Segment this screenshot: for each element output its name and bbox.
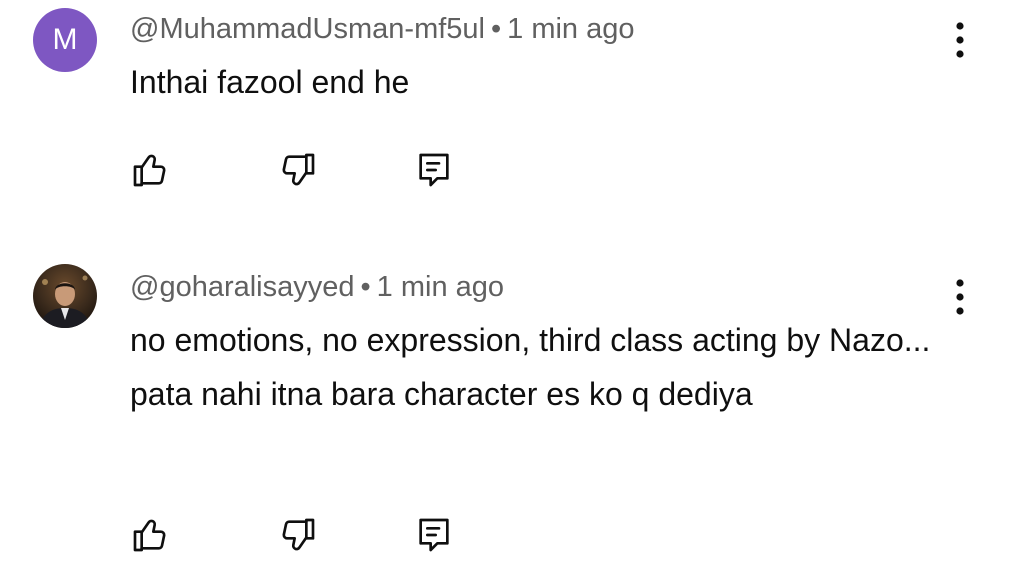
comment-time[interactable]: 1 min ago <box>377 271 504 303</box>
thumbs-down-icon <box>282 518 315 551</box>
avatar[interactable]: M <box>33 8 97 72</box>
reply-button[interactable] <box>412 148 456 192</box>
like-button[interactable] <box>128 148 172 192</box>
comment-meta: @MuhammadUsman-mf5ul • 1 min ago <box>130 13 635 46</box>
profile-photo-icon <box>33 264 97 328</box>
comment-text: no emotions, no expression, third class … <box>130 322 931 412</box>
comment-text: Inthai fazool end he <box>130 64 410 100</box>
more-options-button[interactable] <box>940 272 980 322</box>
more-vertical-icon <box>956 22 964 58</box>
meta-separator: • <box>360 271 371 303</box>
dislike-button[interactable] <box>276 513 320 557</box>
reply-button[interactable] <box>412 513 456 557</box>
thumbs-up-icon <box>133 154 166 187</box>
more-vertical-icon <box>956 279 964 315</box>
reply-comment-icon <box>419 153 449 187</box>
thumbs-up-icon <box>133 519 166 552</box>
comment-time[interactable]: 1 min ago <box>507 13 634 45</box>
avatar-letter: M <box>52 23 78 56</box>
comment-meta: @goharalisayyed • 1 min ago <box>130 271 504 304</box>
dislike-button[interactable] <box>276 148 320 192</box>
comment-2: @goharalisayyed • 1 min ago no emotions, n… <box>0 260 1024 587</box>
author-name[interactable]: @MuhammadUsman-mf5ul <box>130 13 485 45</box>
reply-comment-icon <box>419 518 449 552</box>
like-button[interactable] <box>128 513 172 557</box>
thumbs-down-icon <box>282 153 315 186</box>
meta-separator: • <box>490 13 502 45</box>
more-options-button[interactable] <box>940 15 980 65</box>
avatar[interactable] <box>33 264 97 328</box>
comment-1: M @MuhammadUsman-mf5ul • 1 min ago Inthai … <box>0 0 1024 240</box>
author-name[interactable]: @goharalisayyed <box>130 271 355 303</box>
